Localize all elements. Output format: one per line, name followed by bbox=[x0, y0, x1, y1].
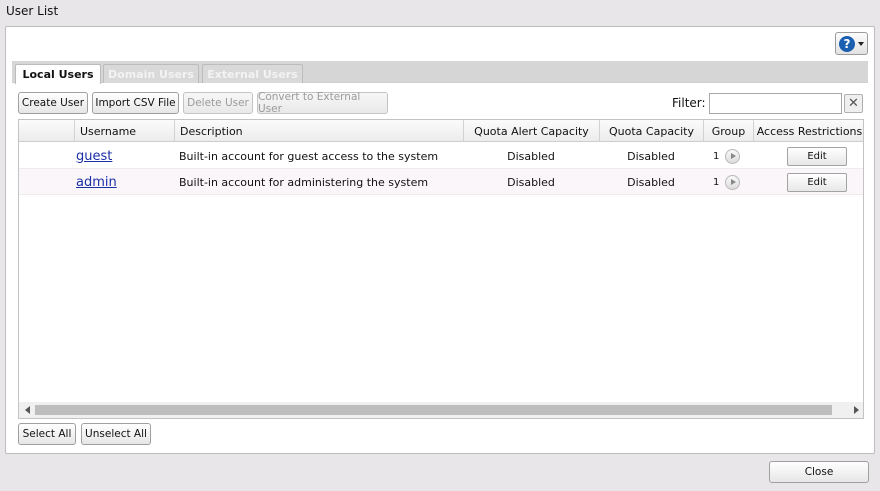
tab-local-users[interactable]: Local Users bbox=[15, 64, 101, 84]
quota-cell: Disabled bbox=[627, 149, 675, 163]
help-icon: ? bbox=[839, 35, 855, 52]
header-username[interactable]: Username bbox=[74, 120, 174, 142]
scrollbar-thumb[interactable] bbox=[35, 405, 832, 415]
unselect-all-button[interactable]: Unselect All bbox=[81, 423, 151, 445]
filter-input[interactable] bbox=[709, 93, 842, 114]
close-button[interactable]: Close bbox=[769, 461, 869, 483]
username-link[interactable]: guest bbox=[76, 143, 112, 169]
scroll-right-icon[interactable] bbox=[854, 406, 859, 414]
user-table: Username Description Quota Alert Capacit… bbox=[18, 119, 864, 419]
table-row[interactable]: admin Built-in account for administering… bbox=[19, 169, 863, 195]
group-details-button[interactable] bbox=[725, 148, 741, 164]
quota-alert-cell: Disabled bbox=[507, 175, 555, 189]
description-cell: Built-in account for administering the s… bbox=[179, 175, 429, 189]
header-group[interactable]: Group bbox=[703, 120, 753, 142]
group-cell: 1 bbox=[713, 143, 741, 169]
help-button[interactable]: ? bbox=[835, 32, 868, 55]
delete-user-button[interactable]: Delete User bbox=[183, 92, 253, 114]
quota-cell: Disabled bbox=[627, 175, 675, 189]
create-user-button[interactable]: Create User bbox=[18, 92, 88, 114]
user-list-panel: ? Local Users Domain Users External User… bbox=[5, 26, 875, 454]
header-description[interactable]: Description bbox=[174, 120, 463, 142]
description-cell: Built-in account for guest access to the… bbox=[179, 149, 439, 163]
access-restrictions-cell: Edit bbox=[753, 169, 863, 195]
play-arrow-icon bbox=[731, 179, 737, 185]
horizontal-scrollbar[interactable] bbox=[19, 402, 863, 418]
header-quota[interactable]: Quota Capacity bbox=[599, 120, 703, 142]
window-title: User List bbox=[6, 4, 59, 18]
play-arrow-icon bbox=[731, 153, 737, 159]
header-access-restrictions[interactable]: Access Restrictions bbox=[753, 120, 863, 142]
username-link[interactable]: admin bbox=[76, 169, 117, 195]
scroll-left-icon[interactable] bbox=[25, 406, 30, 414]
group-count: 1 bbox=[713, 176, 720, 188]
tab-external-users[interactable]: External Users bbox=[202, 64, 303, 83]
edit-access-button[interactable]: Edit bbox=[787, 146, 847, 166]
tab-domain-users[interactable]: Domain Users bbox=[103, 64, 199, 83]
select-all-button[interactable]: Select All bbox=[18, 423, 76, 445]
edit-access-button[interactable]: Edit bbox=[787, 172, 847, 192]
clear-filter-icon[interactable]: ✕ bbox=[844, 94, 863, 113]
group-cell: 1 bbox=[713, 169, 741, 195]
convert-external-user-button[interactable]: Convert to External User bbox=[257, 91, 388, 115]
table-row[interactable]: guest Built-in account for guest access … bbox=[19, 143, 863, 169]
import-csv-button[interactable]: Import CSV File bbox=[92, 92, 179, 114]
group-details-button[interactable] bbox=[725, 174, 741, 190]
table-header: Username Description Quota Alert Capacit… bbox=[19, 120, 863, 142]
caret-down-icon bbox=[858, 41, 864, 46]
header-quota-alert[interactable]: Quota Alert Capacity bbox=[463, 120, 599, 142]
access-restrictions-cell: Edit bbox=[753, 143, 863, 169]
group-count: 1 bbox=[713, 150, 720, 162]
tab-bar: Local Users Domain Users External Users bbox=[12, 61, 868, 84]
filter-label: Filter: bbox=[672, 96, 706, 110]
header-select[interactable] bbox=[19, 120, 74, 142]
quota-alert-cell: Disabled bbox=[507, 149, 555, 163]
